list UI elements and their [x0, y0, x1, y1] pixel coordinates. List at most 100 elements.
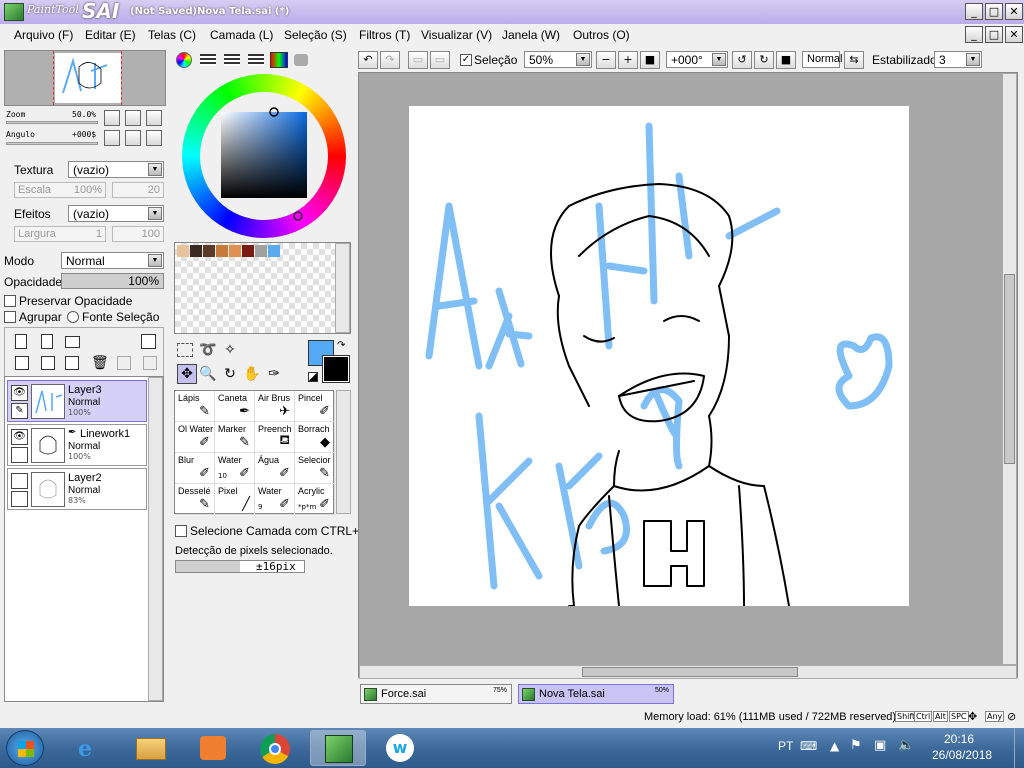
new-folder-icon[interactable]	[65, 336, 80, 348]
drawing-canvas[interactable]	[409, 106, 909, 607]
eye-icon[interactable]: 👁	[11, 385, 28, 401]
hscroll-thumb[interactable]	[582, 667, 798, 677]
swatch[interactable]	[255, 245, 267, 257]
swatch[interactable]	[203, 245, 215, 257]
layer-scrollbar[interactable]	[148, 377, 163, 701]
rotate-reset-icon[interactable]: ■	[776, 51, 796, 69]
stabilizer-select[interactable]: 3 ▼	[934, 51, 982, 68]
blend-select[interactable]: Normal	[802, 51, 842, 68]
angle-select[interactable]: +000° ▼	[666, 51, 728, 68]
transfer-down-icon[interactable]	[15, 356, 29, 370]
menu-camada[interactable]: Camada (L)	[210, 28, 273, 42]
lock-slot[interactable]	[11, 447, 28, 463]
flip-icon[interactable]: ⇆	[844, 51, 864, 69]
show-desktop-button[interactable]	[1014, 728, 1024, 768]
new-linework-layer-icon[interactable]	[41, 334, 53, 349]
new-layer-icon[interactable]	[15, 334, 27, 349]
rgb-slider-tab-icon[interactable]	[200, 54, 216, 66]
magic-wand-icon[interactable]: ✧	[220, 340, 240, 360]
tab-nova-tela[interactable]: Nova Tela.sai 50%	[518, 684, 674, 704]
volume-icon[interactable]: 🔈	[898, 738, 914, 753]
menu-janela[interactable]: Janela (W)	[502, 28, 560, 42]
angle-slider[interactable]	[6, 142, 98, 145]
network-icon[interactable]: ▣	[874, 738, 886, 753]
taskbar-app-w[interactable]: w	[372, 730, 428, 766]
menu-filtros[interactable]: Filtros (T)	[359, 28, 410, 42]
lock-slot[interactable]	[11, 491, 28, 507]
lasso-icon[interactable]: ➰	[198, 340, 218, 360]
scratchpad-tab-icon[interactable]	[294, 54, 308, 66]
reset-colors-icon[interactable]	[308, 372, 318, 382]
doc-maximize-button[interactable]: □	[985, 26, 1003, 43]
pixel-detect-slider[interactable]: ±16pix	[175, 560, 305, 573]
merge-down-icon[interactable]	[41, 356, 55, 370]
zoom-tool-icon[interactable]: 🔍	[198, 364, 218, 384]
rotate-right-button[interactable]	[125, 130, 141, 146]
swatch[interactable]	[190, 245, 202, 257]
rotate-tool-icon[interactable]: ↻	[220, 364, 240, 384]
color-wheel-tab-icon[interactable]	[176, 52, 192, 68]
layer-mask-icon[interactable]	[141, 334, 156, 349]
flatten-icon[interactable]	[143, 356, 157, 370]
swap-colors-icon[interactable]: ↷	[337, 340, 345, 351]
menu-arquivo[interactable]: Arquivo (F)	[14, 28, 73, 42]
taskbar-media[interactable]	[186, 730, 242, 766]
merge-visible-icon[interactable]	[117, 356, 131, 370]
clock-time[interactable]: 20:16	[944, 732, 974, 746]
clock-date[interactable]: 26/08/2018	[932, 748, 992, 762]
color-palette[interactable]	[174, 242, 351, 334]
flag-icon[interactable]: ⚑	[850, 738, 862, 753]
secondary-color[interactable]	[322, 355, 350, 383]
deselect-icon[interactable]: ▭	[408, 51, 428, 69]
brush-scrollbar[interactable]	[336, 390, 351, 514]
zoom-out-button[interactable]	[104, 110, 120, 126]
rect-select-icon[interactable]	[177, 343, 193, 357]
brush-acrylic[interactable]: Acrylic *p*m ✐	[295, 484, 335, 515]
invert-selection-icon[interactable]: ▭	[430, 51, 450, 69]
brush-agua[interactable]: Água ✐	[255, 453, 295, 484]
eye-icon[interactable]: 👁	[11, 429, 28, 445]
move-icon[interactable]: ✥	[177, 364, 197, 384]
preserve-opacity-checkbox[interactable]	[4, 295, 16, 307]
canvas-hscroll[interactable]	[359, 665, 1017, 679]
clear-layer-icon[interactable]	[65, 356, 79, 370]
effects-select[interactable]: (vazio) ▼	[68, 205, 164, 222]
menu-editar[interactable]: Editar (E)	[85, 28, 136, 42]
taskbar-chrome[interactable]	[248, 730, 304, 766]
swatches-tab-icon[interactable]	[270, 52, 288, 68]
mixer-tab-icon[interactable]	[248, 54, 264, 66]
eye-hidden-slot[interactable]	[11, 473, 28, 489]
tray-arrow-icon[interactable]: ▲	[830, 739, 839, 753]
layer-row-linework1[interactable]: 👁 Linework1 ✒ Normal 100%	[7, 424, 147, 466]
opacity-slider[interactable]: 100%	[61, 273, 164, 289]
brush-blur[interactable]: Blur ✐	[175, 453, 215, 484]
rotate-left-button[interactable]	[104, 130, 120, 146]
brush-borracha[interactable]: Borrach ◆	[295, 422, 335, 453]
redo-icon[interactable]: ↷	[380, 51, 400, 69]
taskbar-ie[interactable]: e	[62, 730, 118, 766]
navigator-preview[interactable]	[4, 50, 166, 106]
layer-row-layer2[interactable]: Layer2 Normal 83%	[7, 468, 147, 510]
doc-minimize-button[interactable]: _	[965, 26, 983, 43]
selection-checkbox[interactable]: ✓	[460, 54, 472, 66]
brush-airbrush[interactable]: Air Brus ✈	[255, 391, 295, 422]
keyboard-icon[interactable]: ⌨	[800, 739, 817, 753]
menu-selecao[interactable]: Seleção (S)	[284, 28, 347, 42]
zoom-slider[interactable]	[6, 121, 98, 124]
swatch[interactable]	[242, 245, 254, 257]
brush-caneta[interactable]: Caneta ✒	[215, 391, 255, 422]
brush-pincel[interactable]: Pincel ✐	[295, 391, 335, 422]
eyedropper-icon[interactable]: ✑	[264, 364, 284, 384]
zoom-reset-icon[interactable]: ■	[640, 51, 660, 69]
brush-water[interactable]: Water 10 ✐	[215, 453, 255, 484]
select-ctrl-checkbox[interactable]	[175, 525, 187, 537]
vscroll-thumb[interactable]	[1004, 274, 1015, 464]
zoom-reset-button[interactable]	[146, 110, 162, 126]
brush-water-2[interactable]: Water 9 ✐	[255, 484, 295, 515]
selection-source-radio[interactable]	[67, 311, 79, 323]
language-indicator[interactable]: PT	[778, 739, 793, 753]
canvas-vscroll[interactable]	[1002, 73, 1017, 665]
brush-preench[interactable]: Preench ⛾	[255, 422, 295, 453]
close-button[interactable]: ✕	[1005, 3, 1023, 20]
doc-close-button[interactable]: ✕	[1005, 26, 1023, 43]
